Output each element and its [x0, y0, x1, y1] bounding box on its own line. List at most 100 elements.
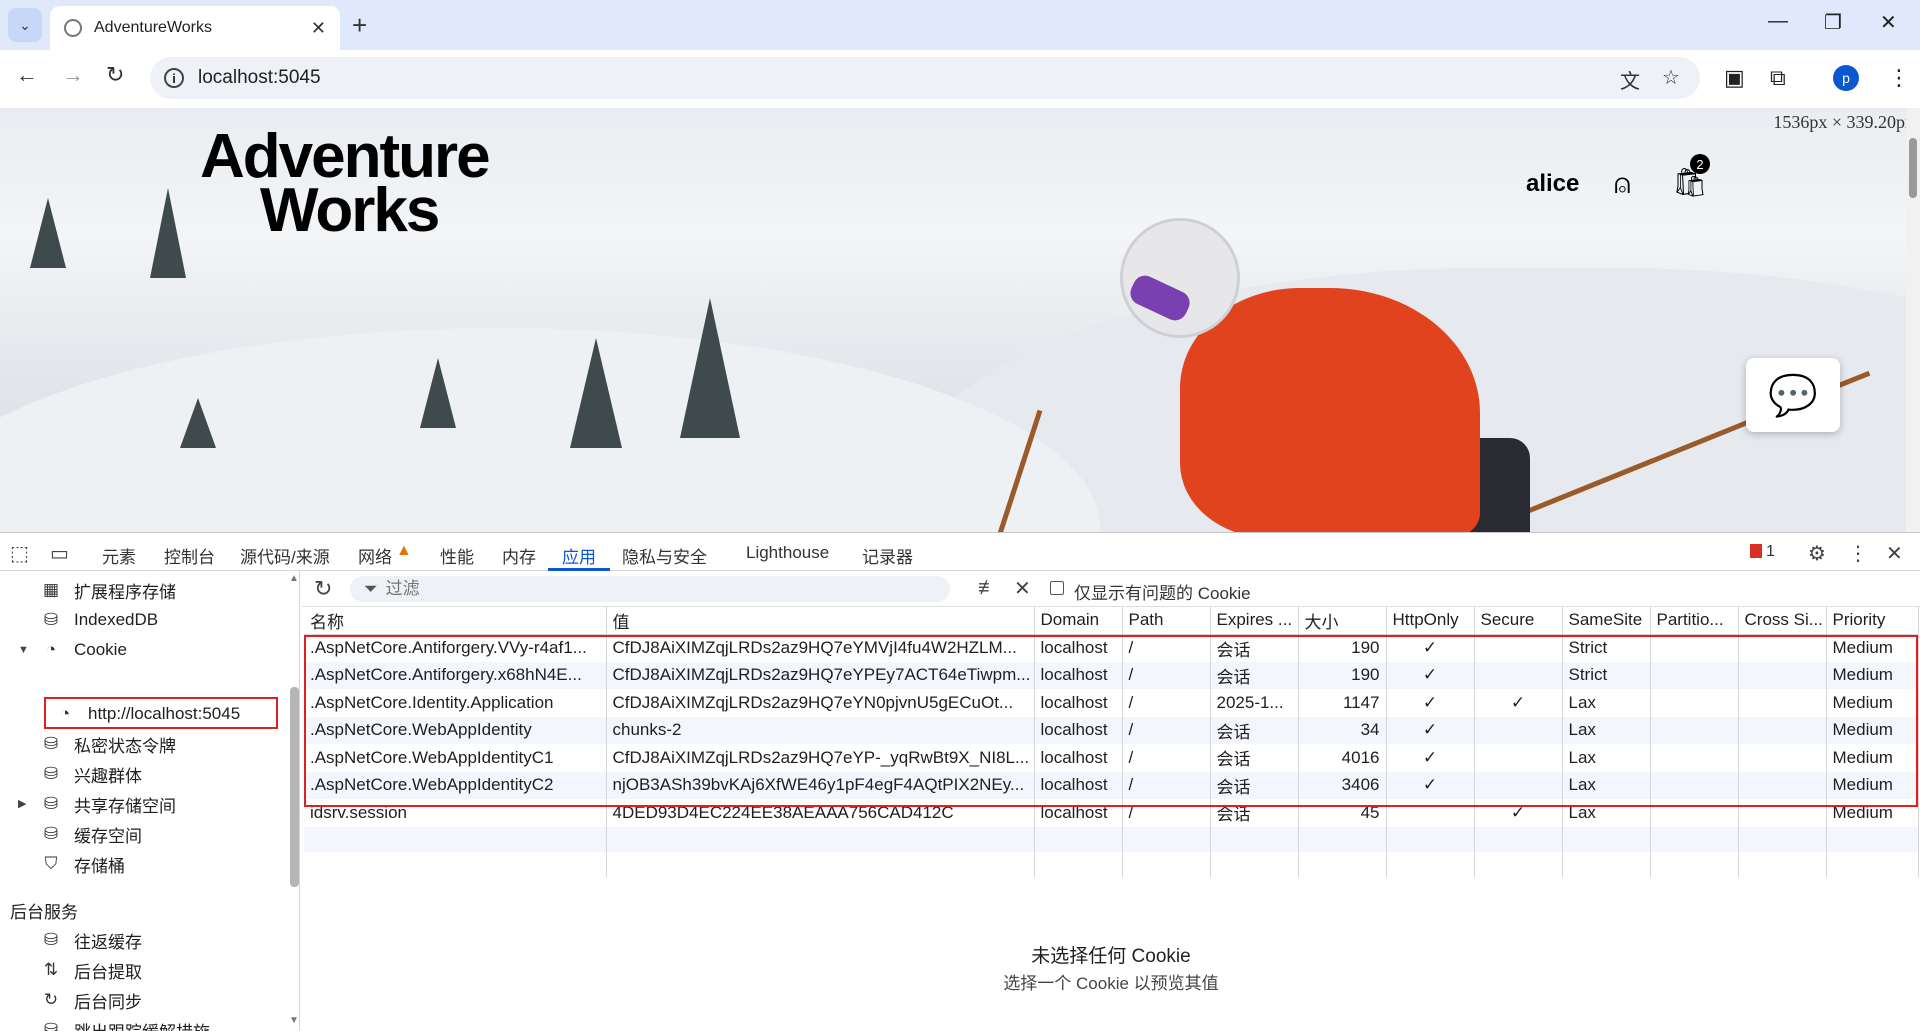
- column-header[interactable]: Priority: [1826, 607, 1919, 635]
- filter-input[interactable]: [385, 579, 906, 599]
- device-toolbar-icon[interactable]: ▭: [50, 541, 69, 566]
- sidebar-item-private-state-tokens[interactable]: ⛁ 私密状态令牌: [0, 729, 290, 759]
- tab-elements[interactable]: 元素: [102, 543, 136, 568]
- cell-httponly: ✓: [1386, 689, 1475, 717]
- cell-expires: 2025-1...: [1210, 689, 1299, 717]
- cookie-table: 名称值 Domain Path Expires ... 大小 HttpOnly Secure…: [304, 607, 1920, 877]
- new-tab-button[interactable]: +: [352, 10, 367, 41]
- issues-badge[interactable]: 1: [1750, 543, 1775, 561]
- browser-tab[interactable]: AdventureWorks ✕: [50, 6, 340, 50]
- sidebar-item-shared-storage[interactable]: ⛁ 共享存储空间: [0, 789, 290, 819]
- sidebar-item-interest-groups[interactable]: ⛁ 兴趣群体: [0, 759, 290, 789]
- column-header[interactable]: Domain: [1034, 607, 1123, 635]
- table-row[interactable]: .AspNetCore.WebAppIdentityC1 CfDJ8AiXIMZq…: [304, 744, 1919, 772]
- reload-button[interactable]: ↻: [106, 62, 124, 88]
- chat-icon: 💬: [1768, 373, 1818, 418]
- refresh-icon[interactable]: ↻: [314, 576, 332, 602]
- cell-httponly: ✓: [1386, 716, 1475, 744]
- sidebar-item-bfcache[interactable]: ⛁ 往返缓存: [0, 925, 290, 955]
- column-header[interactable]: HttpOnly: [1386, 607, 1475, 635]
- close-window-button[interactable]: ✕: [1880, 10, 1897, 35]
- sidebar-item-storage-buckets[interactable]: ⛉ 存储桶: [0, 849, 290, 879]
- user-icon[interactable]: ⍝: [1614, 168, 1631, 201]
- column-header[interactable]: Partitio...: [1650, 607, 1739, 635]
- tab-recorder[interactable]: 记录器: [862, 543, 913, 568]
- cell-path: /: [1122, 661, 1211, 689]
- sidebar-item-background-sync[interactable]: ↻ 后台同步: [0, 985, 290, 1015]
- column-header[interactable]: 值: [606, 607, 1035, 635]
- table-row[interactable]: .AspNetCore.Antiforgery.VVy-r4af1... CfDJ…: [304, 634, 1919, 662]
- tab-sources[interactable]: 源代码/来源: [240, 543, 330, 568]
- tab-console[interactable]: 控制台: [164, 543, 215, 568]
- scroll-down-icon[interactable]: ▼: [288, 1015, 299, 1026]
- table-row[interactable]: idsrv.session 4DED93D4EC224EE38AEAAA756CA…: [304, 799, 1919, 827]
- bookmark-star-icon[interactable]: ☆: [1662, 65, 1680, 90]
- tree-image: [420, 358, 456, 428]
- table-row[interactable]: .AspNetCore.Identity.Application CfDJ8AiX…: [304, 689, 1919, 717]
- translate-icon[interactable]: 文: [1620, 65, 1640, 94]
- minimize-button[interactable]: —: [1768, 10, 1788, 33]
- empty-cell: [1386, 826, 1475, 852]
- menu-kebab-icon[interactable]: ⋮: [1888, 65, 1910, 91]
- close-tab-icon[interactable]: ✕: [311, 18, 326, 39]
- column-header[interactable]: SameSite: [1562, 607, 1651, 635]
- issue-flag-icon: [1750, 544, 1762, 558]
- tab-search-button[interactable]: ⌄: [8, 8, 42, 42]
- delete-selected-icon[interactable]: ✕: [1014, 576, 1031, 601]
- address-bar[interactable]: i localhost:5045: [150, 57, 1700, 99]
- database-icon: ⛁: [43, 930, 59, 949]
- selection-highlight: [44, 697, 278, 729]
- back-button[interactable]: ←: [16, 62, 38, 88]
- column-header[interactable]: Path: [1122, 607, 1211, 635]
- sidebar-item-indexeddb[interactable]: ⛁ IndexedDB: [0, 605, 290, 635]
- tab-privacy-security[interactable]: 隐私与安全: [622, 543, 707, 568]
- sidebar-scrollbar[interactable]: ▲ ▼: [288, 571, 299, 1031]
- table-row[interactable]: .AspNetCore.WebAppIdentity chunks-2 localh…: [304, 716, 1919, 744]
- forward-button[interactable]: →: [62, 62, 84, 88]
- site-logo[interactable]: Adventure Works: [200, 126, 491, 242]
- cell-crosssite: [1738, 799, 1827, 827]
- sidebar-item-cookie[interactable]: ◔ Cookie: [0, 635, 290, 665]
- page-scrollbar[interactable]: [1906, 108, 1920, 532]
- close-devtools-icon[interactable]: ✕: [1886, 541, 1903, 566]
- column-header[interactable]: Cross Si...: [1738, 607, 1827, 635]
- extension-icon[interactable]: ▣: [1724, 65, 1745, 91]
- column-header[interactable]: Expires ...: [1210, 607, 1299, 635]
- table-row[interactable]: .AspNetCore.Antiforgery.x68hN4E... CfDJ8A…: [304, 661, 1919, 689]
- user-name[interactable]: alice: [1526, 170, 1579, 198]
- chat-button[interactable]: 💬: [1746, 358, 1840, 432]
- column-header[interactable]: 名称: [304, 607, 607, 635]
- sidebar-item-extension-storage[interactable]: ▦ 扩展程序存储: [0, 575, 290, 605]
- scrollbar-thumb[interactable]: [290, 687, 299, 887]
- column-header[interactable]: 大小: [1298, 607, 1387, 635]
- tab-application[interactable]: 应用: [562, 543, 596, 568]
- viewport-dimensions-label: 1536px × 339.20px: [1773, 112, 1914, 132]
- profile-avatar[interactable]: p: [1833, 65, 1859, 91]
- sidebar-item-bounce-tracking[interactable]: ⛁跳出跟踪缓解措施: [0, 1015, 290, 1031]
- scrollbar-thumb[interactable]: [1909, 138, 1917, 198]
- cell-samesite: Lax: [1562, 771, 1651, 799]
- tab-performance[interactable]: 性能: [440, 543, 474, 568]
- scroll-up-icon[interactable]: ▲: [288, 573, 299, 584]
- clear-all-icon[interactable]: ≢: [978, 577, 998, 600]
- database-icon: ⛁: [43, 734, 59, 753]
- empty-cell: [1386, 851, 1475, 877]
- empty-cell: [606, 826, 1035, 852]
- sidebar-item-cache-storage[interactable]: ⛁ 缓存空间: [0, 819, 290, 849]
- filter-box[interactable]: ⏷: [350, 576, 950, 602]
- inspect-element-icon[interactable]: ⬚: [10, 541, 29, 566]
- tab-network[interactable]: 网络: [358, 543, 392, 568]
- restore-button[interactable]: ❐: [1824, 10, 1842, 35]
- column-header[interactable]: Secure: [1474, 607, 1563, 635]
- settings-gear-icon[interactable]: ⚙: [1808, 541, 1826, 566]
- no-cookie-selected-title: 未选择任何 Cookie: [1031, 946, 1191, 967]
- site-info-icon[interactable]: i: [164, 68, 184, 88]
- table-row[interactable]: .AspNetCore.WebAppIdentityC2 njOB3ASh39bv…: [304, 771, 1919, 799]
- puzzle-icon[interactable]: ⧉: [1770, 65, 1786, 91]
- more-options-icon[interactable]: ⋮: [1848, 541, 1868, 566]
- only-issues-checkbox[interactable]: [1050, 581, 1064, 595]
- tab-memory[interactable]: 内存: [502, 543, 536, 568]
- tab-lighthouse[interactable]: Lighthouse: [746, 543, 829, 563]
- cell-secure: [1474, 716, 1563, 744]
- sidebar-item-background-fetch[interactable]: ⇅ 后台提取: [0, 955, 290, 985]
